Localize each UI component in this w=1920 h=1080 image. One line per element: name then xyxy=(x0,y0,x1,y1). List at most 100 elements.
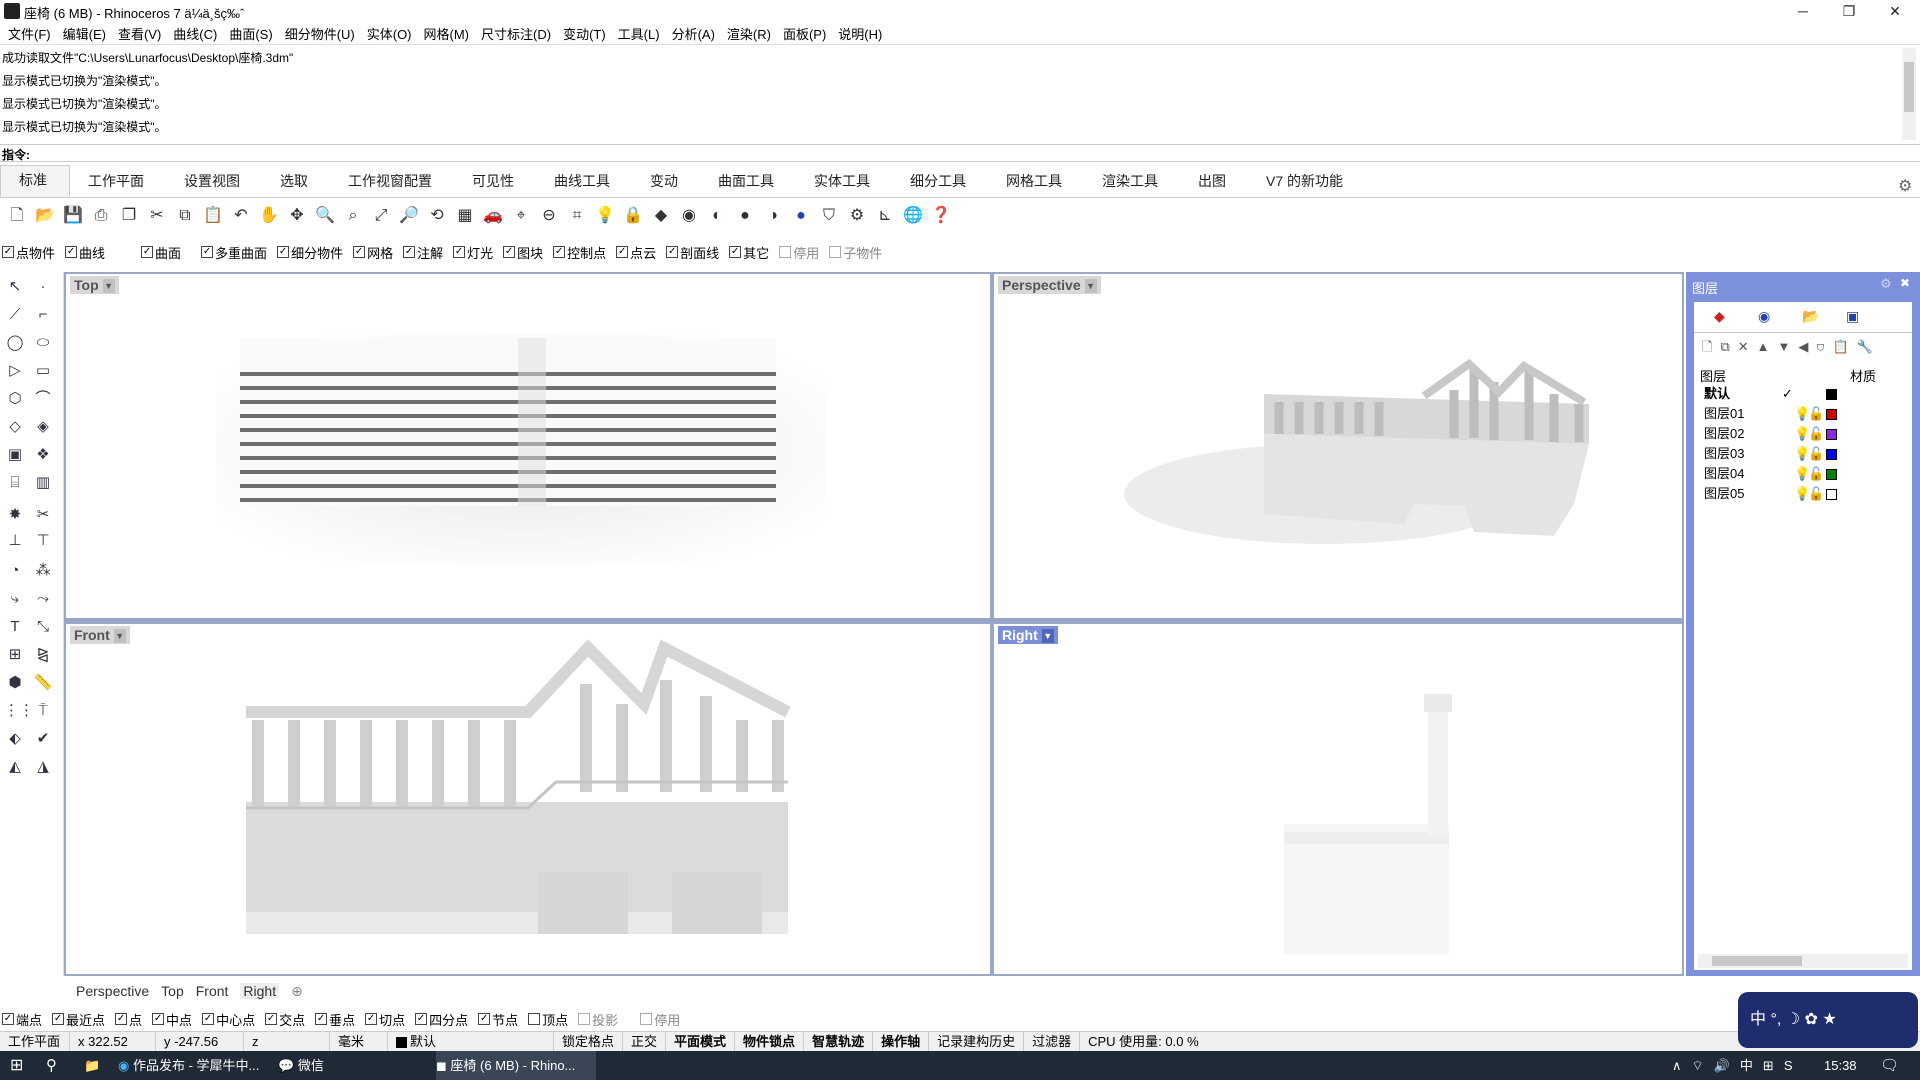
tab-transform[interactable]: 变动 xyxy=(632,167,700,197)
lock-icon[interactable]: 🔒 xyxy=(622,205,644,227)
box-solid-icon[interactable]: ▣ xyxy=(4,444,26,466)
fillet-icon[interactable]: ◔ xyxy=(4,560,26,582)
filter-annotations[interactable]: ✓ 注解 xyxy=(403,243,443,262)
text-tool-icon[interactable]: ⊤ xyxy=(32,530,54,552)
tab-curve-tools[interactable]: 曲线工具 xyxy=(536,167,632,197)
tab-viewport-layout[interactable]: 工作视窗配置 xyxy=(330,167,454,197)
gear-icon[interactable]: ⚙ xyxy=(1898,176,1912,196)
tab-surface-tools[interactable]: 曲面工具 xyxy=(700,167,796,197)
viewtab-perspective[interactable]: Perspective xyxy=(76,983,149,999)
file-explorer-icon[interactable]: 📁 xyxy=(84,1051,100,1080)
blue-sphere-icon[interactable]: ● xyxy=(790,205,812,227)
filter-points[interactable]: ✓ 点物件 xyxy=(2,243,55,262)
copy-icon[interactable]: ⧉ xyxy=(174,205,196,227)
status-smarttrack[interactable]: 智慧轨迹 xyxy=(804,1031,874,1052)
osnap-knot[interactable]: ✓ 节点 xyxy=(478,1010,518,1029)
group-icon[interactable]: ⊞ xyxy=(4,644,26,666)
layer-row-02[interactable]: 图层02 💡 🔓 xyxy=(1698,424,1908,444)
status-planar[interactable]: 平面模式 xyxy=(666,1031,736,1052)
unlock-icon[interactable]: 🔓 xyxy=(1808,444,1824,464)
osnap-vertex[interactable]: 顶点 xyxy=(528,1010,568,1029)
light-bulb-icon[interactable]: 💡 xyxy=(594,205,616,227)
status-ortho[interactable]: 正交 xyxy=(623,1031,667,1052)
taskbar-app-wechat[interactable]: 💬 微信 xyxy=(278,1051,428,1080)
four-views-icon[interactable]: ▦ xyxy=(454,205,476,227)
move-view-icon[interactable]: ✥ xyxy=(286,205,308,227)
layer-color-swatch[interactable] xyxy=(1826,389,1837,400)
osnap-perpendicular[interactable]: ✓ 垂点 xyxy=(315,1010,355,1029)
grid-snap-icon[interactable]: ⌗ xyxy=(566,205,588,227)
close-button[interactable]: ✕ xyxy=(1872,0,1918,22)
tab-visibility[interactable]: 可见性 xyxy=(454,167,536,197)
viewport-top[interactable]: Top ▼ xyxy=(66,274,990,618)
osnap-center[interactable]: ✓ 中心点 xyxy=(202,1010,255,1029)
menu-solid[interactable]: 实体(O) xyxy=(363,24,420,43)
globe-icon[interactable]: 🌐 xyxy=(902,205,924,227)
mirror-icon[interactable]: ⧎ xyxy=(32,644,54,666)
copy-clipboard-icon[interactable]: ❐ xyxy=(118,205,140,227)
zoom-extents-icon[interactable]: ⤢ xyxy=(370,205,392,227)
menu-view[interactable]: 查看(V) xyxy=(114,24,169,43)
layer-color-swatch[interactable] xyxy=(1826,449,1837,460)
print-icon[interactable]: ⎙ xyxy=(90,205,112,227)
check-icon[interactable]: ✔ xyxy=(32,728,54,750)
rendered-sphere-icon[interactable]: ● xyxy=(734,205,756,227)
car-icon[interactable]: 🚗 xyxy=(482,205,504,227)
shaded-sphere-icon[interactable]: ◐ xyxy=(706,205,728,227)
filter-polysurfaces[interactable]: ✓ 多重曲面 xyxy=(201,243,267,262)
menu-subd[interactable]: 细分物件(U) xyxy=(281,24,363,43)
filter-point-clouds[interactable]: ✓ 点云 xyxy=(616,243,656,262)
filter-blocks[interactable]: ✓ 图块 xyxy=(503,243,543,262)
open-folder-icon[interactable]: 📂 xyxy=(34,205,56,227)
taskbar-app-browser[interactable]: ◉ 作品发布 - 学犀牛中... xyxy=(118,1051,268,1080)
menu-panels[interactable]: 面板(P) xyxy=(779,24,834,43)
unlock-icon[interactable]: 🔓 xyxy=(1808,424,1824,444)
select-arrow-icon[interactable]: ↖ xyxy=(4,276,26,298)
unlock-icon[interactable]: 🔓 xyxy=(1808,484,1824,504)
scale-icon[interactable]: ⤡ xyxy=(32,616,54,638)
tab-v7-new[interactable]: V7 的新功能 xyxy=(1248,167,1365,197)
undo-icon[interactable]: ↶ xyxy=(230,205,252,227)
menu-file[interactable]: 文件(F) xyxy=(4,24,59,43)
layer-color-swatch[interactable] xyxy=(1826,489,1837,500)
dimension-icon[interactable]: ⊾ xyxy=(874,205,896,227)
viewtab-top[interactable]: Top xyxy=(161,983,184,999)
move-gumball-icon[interactable]: T xyxy=(4,616,26,638)
menu-mesh[interactable]: 网格(M) xyxy=(420,24,478,43)
menu-surface[interactable]: 曲面(S) xyxy=(225,24,280,43)
search-icon[interactable]: ⚲ xyxy=(46,1051,57,1080)
zoom-selected-icon[interactable]: 🔎 xyxy=(398,205,420,227)
extrude-curve-icon[interactable]: ◈ xyxy=(32,416,54,438)
notifications-icon[interactable]: 🗨 xyxy=(1880,1051,1899,1080)
dimension-tool-icon[interactable]: ⊥ xyxy=(4,530,26,552)
paint-icon[interactable]: ◮ xyxy=(32,756,54,778)
system-tray-icons[interactable]: ∧⌔🔊中⊞S xyxy=(1672,1051,1803,1080)
status-gumball[interactable]: 操作轴 xyxy=(873,1031,930,1052)
polyline-icon[interactable]: ⟋ xyxy=(4,304,26,326)
history-scrollbar[interactable] xyxy=(1902,48,1916,140)
tab-set-view[interactable]: 设置视图 xyxy=(166,167,262,197)
layer-color-swatch[interactable] xyxy=(1826,429,1837,440)
filter-hatches[interactable]: ✓ 剖面线 xyxy=(666,243,719,262)
tab-drafting[interactable]: 出图 xyxy=(1180,167,1248,197)
filter-lights[interactable]: ✓ 灯光 xyxy=(453,243,493,262)
tab-mesh-tools[interactable]: 网格工具 xyxy=(988,167,1084,197)
viewtab-right[interactable]: Right xyxy=(240,983,280,999)
save-icon[interactable]: 💾 xyxy=(62,205,84,227)
boolean-union-icon[interactable]: ❖ xyxy=(32,444,54,466)
layer-row-04[interactable]: 图层04 💡 🔓 xyxy=(1698,464,1908,484)
viewport-right[interactable]: Right ▼ xyxy=(994,624,1682,974)
osnap-point[interactable]: ✓ 点 xyxy=(115,1010,142,1029)
cylinder-icon[interactable]: ⌸ xyxy=(4,472,26,494)
zoom-window-icon[interactable]: ⌕ xyxy=(342,205,364,227)
arc-icon[interactable]: ⌒ xyxy=(32,388,54,410)
camera-icon[interactable]: ⌖ xyxy=(510,205,532,227)
offset-icon[interactable]: ⁂ xyxy=(32,560,54,582)
material-icon[interactable]: ◭ xyxy=(4,756,26,778)
filter-others[interactable]: ✓ 其它 xyxy=(729,243,769,262)
layer-row-default[interactable]: 默认 ✓ xyxy=(1698,384,1908,404)
cut-icon[interactable]: ✂ xyxy=(146,205,168,227)
options-gear-icon[interactable]: ⚙ xyxy=(846,205,868,227)
status-grid-snap[interactable]: 锁定格点 xyxy=(554,1031,624,1052)
layer-row-05[interactable]: 图层05 💡 🔓 xyxy=(1698,484,1908,504)
